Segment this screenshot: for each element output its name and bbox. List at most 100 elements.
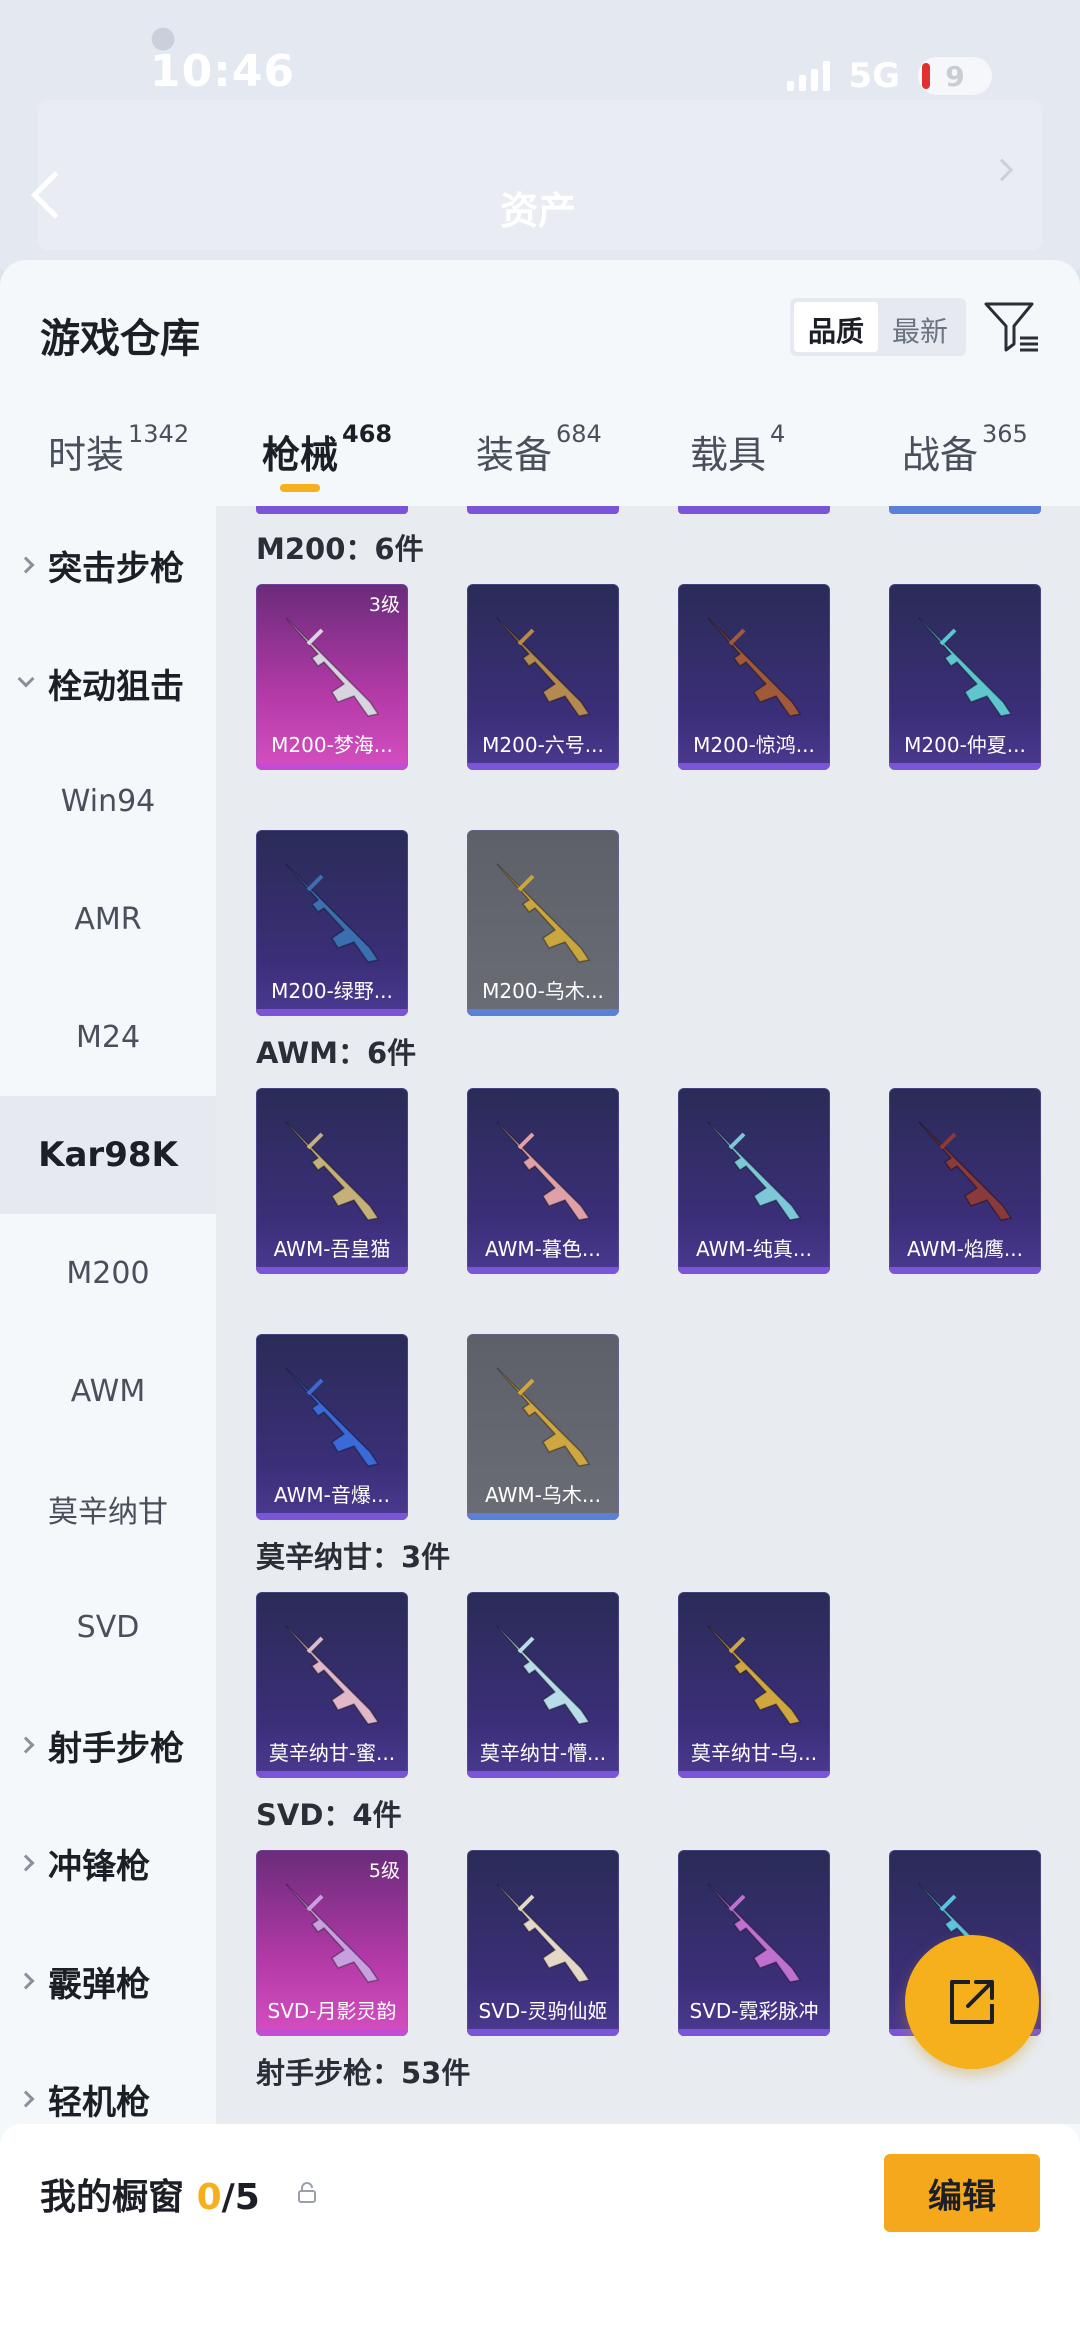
level-badge: 5级 (368, 1860, 400, 1882)
sidebar-item-kar98k[interactable]: Kar98K (0, 1096, 216, 1214)
weapon-card[interactable]: SVD-霓彩脉冲 (678, 1850, 830, 2036)
showcase-label: 我的橱窗 0/5 (40, 2177, 260, 2218)
weapon-card[interactable]: AWM-吾皇猫 (256, 1088, 408, 1274)
chevron-down-icon (17, 670, 35, 688)
sidebar-item-m200[interactable]: M200 (0, 1214, 216, 1332)
weapon-card[interactable]: M200-六号... (467, 584, 619, 770)
chevron-right-icon (17, 1736, 35, 1754)
section-label: SVD：4件 (256, 1798, 402, 1832)
card-stub (467, 506, 619, 514)
weapon-card[interactable]: 3级 M200-梦海... (256, 584, 408, 770)
level-badge: 3级 (368, 594, 400, 616)
rifle-icon (285, 863, 380, 963)
sort-toggle: 品质 最新 (790, 298, 967, 356)
sort-option-quality[interactable]: 品质 (794, 302, 879, 352)
tab-equipment[interactable]: 装备 684 (476, 420, 602, 479)
section-label: 射手步枪：53件 (256, 2056, 471, 2090)
weapon-card[interactable]: 莫辛纳甘-蜜... (256, 1592, 408, 1778)
rifle-icon (496, 863, 591, 963)
signal-icon (787, 61, 831, 91)
sidebar-item-win94[interactable]: Win94 (0, 742, 216, 860)
weapon-card[interactable]: AWM-音爆... (256, 1334, 408, 1520)
chevron-right-icon (17, 2090, 35, 2108)
share-icon (950, 1980, 994, 2024)
chevron-right-icon (17, 556, 35, 574)
weapon-card[interactable]: 莫辛纳甘-懵... (467, 1592, 619, 1778)
showcase-bar: 我的橱窗 0/5 编辑 (0, 2124, 1080, 2347)
rifle-icon (918, 617, 1013, 717)
rifle-icon (918, 1121, 1013, 1221)
weapon-name: AWM-吾皇猫 (273, 1237, 391, 1261)
weapon-name: M200-六号... (482, 733, 604, 757)
sidebar-group-bolt-sniper[interactable]: 栓动狙击 (0, 624, 216, 742)
weapon-name: M200-绿野... (271, 979, 393, 1003)
tab-vehicles[interactable]: 载具 4 (690, 420, 785, 479)
rifle-icon (285, 617, 380, 717)
card-stub (678, 506, 830, 514)
weapon-name: M200-仲夏... (904, 733, 1026, 757)
weapon-card[interactable]: M200-乌木... (467, 830, 619, 1016)
status-time: 10:46 (150, 46, 296, 97)
rifle-icon (496, 1883, 591, 1983)
weapon-name: 莫辛纳甘-蜜... (268, 1741, 396, 1765)
weapon-name: SVD-霓彩脉冲 (689, 1999, 819, 2023)
chevron-right-icon (17, 1854, 35, 1872)
edit-button[interactable]: 编辑 (884, 2154, 1040, 2232)
weapon-name: AWM-乌木... (485, 1483, 601, 1507)
tab-fashion[interactable]: 时装 1342 (48, 420, 189, 479)
sidebar-item-m24[interactable]: M24 (0, 978, 216, 1096)
rifle-icon (496, 1367, 591, 1467)
sidebar-item-svd[interactable]: SVD (0, 1568, 216, 1686)
status-icons: 5G 9 (787, 56, 992, 96)
network-type: 5G (848, 56, 900, 96)
weapon-card[interactable]: SVD-灵驹仙姬 (467, 1850, 619, 2036)
rifle-icon (707, 1121, 802, 1221)
share-fab[interactable] (905, 1935, 1039, 2069)
rifle-icon (285, 1121, 380, 1221)
sort-option-newest[interactable]: 最新 (878, 302, 962, 352)
weapon-category-sidebar: 突击步枪 栓动狙击 Win94 AMR M24 Kar98K M200 AWM … (0, 506, 216, 2124)
weapon-name: AWM-焰鹰... (907, 1237, 1023, 1261)
weapon-card[interactable]: M200-绿野... (256, 830, 408, 1016)
weapon-name: M200-惊鸿... (693, 733, 815, 757)
tab-firearms[interactable]: 枪械 468 (262, 420, 392, 479)
weapon-card[interactable]: AWM-乌木... (467, 1334, 619, 1520)
tab-supplies[interactable]: 战备 365 (902, 420, 1028, 479)
weapon-card[interactable]: AWM-纯真... (678, 1088, 830, 1274)
battery-icon: 9 (918, 57, 992, 95)
category-tabs: 时装 1342 枪械 468 装备 684 载具 4 战备 365 (0, 410, 1080, 506)
rifle-icon (707, 1625, 802, 1725)
weapon-grid: M200：6件 3级 M200-梦海... M200-六号... M200-惊鸿... M… (216, 506, 1080, 2124)
sidebar-group-marksman-rifle[interactable]: 射手步枪 (0, 1686, 216, 1804)
asset-label: 资产 (500, 189, 577, 233)
weapon-name: M200-乌木... (482, 979, 604, 1003)
sidebar-group-shotgun[interactable]: 霰弹枪 (0, 1922, 216, 2040)
weapon-card[interactable]: 莫辛纳甘-乌... (678, 1592, 830, 1778)
rifle-icon (285, 1883, 380, 1983)
weapon-name: AWM-暮色... (485, 1237, 601, 1261)
sidebar-group-smg[interactable]: 冲锋枪 (0, 1804, 216, 1922)
section-label: 莫辛纳甘：3件 (256, 1540, 451, 1574)
section-label: AWM：6件 (256, 1036, 417, 1070)
sidebar-group-assault-rifle[interactable]: 突击步枪 (0, 506, 216, 624)
rifle-icon (496, 1121, 591, 1221)
rifle-icon (285, 1625, 380, 1725)
weapon-card[interactable]: 5级 SVD-月影灵韵 (256, 1850, 408, 2036)
filter-icon[interactable] (982, 298, 1040, 356)
card-stub (256, 506, 408, 514)
weapon-card[interactable]: AWM-焰鹰... (889, 1088, 1041, 1274)
rifle-icon (496, 617, 591, 717)
chevron-right-icon (17, 1972, 35, 1990)
weapon-card[interactable]: AWM-暮色... (467, 1088, 619, 1274)
weapon-card[interactable]: M200-仲夏... (889, 584, 1041, 770)
sidebar-item-awm[interactable]: AWM (0, 1332, 216, 1450)
weapon-card[interactable]: M200-惊鸿... (678, 584, 830, 770)
lock-icon (298, 2182, 316, 2203)
weapon-name: SVD-灵驹仙姬 (478, 1999, 608, 2023)
sidebar-item-mosin[interactable]: 莫辛纳甘 (0, 1450, 216, 1568)
sidebar-item-amr[interactable]: AMR (0, 860, 216, 978)
page-title: 游戏仓库 (40, 316, 200, 362)
rifle-icon (285, 1367, 380, 1467)
tab-active-indicator (280, 484, 320, 492)
rifle-icon (707, 617, 802, 717)
